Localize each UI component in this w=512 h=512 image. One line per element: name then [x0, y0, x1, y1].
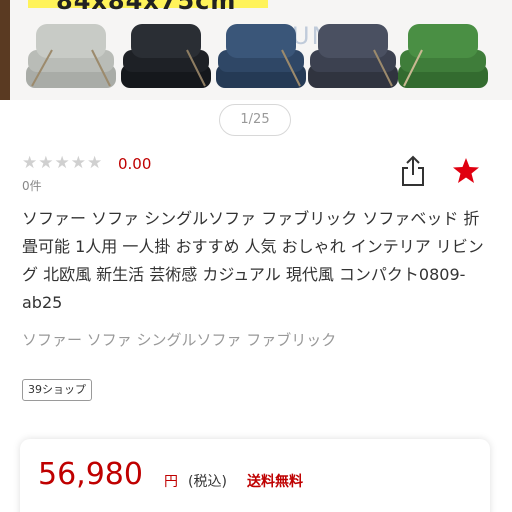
size-label: 84x84x75cm — [56, 0, 237, 15]
product-title: ソファー ソファ シングルソファ ファブリック ソファベッド 折畳可能 1人用 … — [22, 209, 484, 312]
product-image-gallery[interactable]: 84x84x75cm UNICA — [0, 0, 512, 100]
tax-label: (税込) — [188, 474, 227, 490]
rating-value[interactable]: 0.00 — [118, 155, 151, 173]
share-button[interactable] — [398, 154, 428, 188]
favorite-button[interactable] — [451, 156, 481, 186]
sofa-charcoal-image — [308, 24, 398, 88]
product-subtitle: ソファー ソファ シングルソファ ファブリック — [22, 331, 337, 349]
shop-badge: 39ショップ — [22, 379, 92, 401]
free-shipping-label: 送料無料 — [247, 474, 303, 490]
product-page: 84x84x75cm UNICA — [0, 0, 512, 512]
price-amount: 56,980 — [38, 457, 143, 492]
sofa-light-gray-image — [26, 24, 116, 88]
image-pager: 1/25 — [219, 104, 291, 136]
sofa-green-image — [398, 24, 488, 88]
price-card: 56,980 円 (税込) 送料無料 — [20, 439, 490, 512]
review-count[interactable]: 0件 — [22, 177, 42, 194]
sofa-navy-image — [216, 24, 306, 88]
share-icon — [402, 155, 424, 186]
price-unit: 円 — [164, 474, 178, 490]
star-icon — [453, 158, 479, 183]
sofa-black-image — [121, 24, 211, 88]
previous-image-edge — [0, 0, 10, 100]
rating-stars[interactable]: ★★★★★ — [22, 153, 103, 173]
